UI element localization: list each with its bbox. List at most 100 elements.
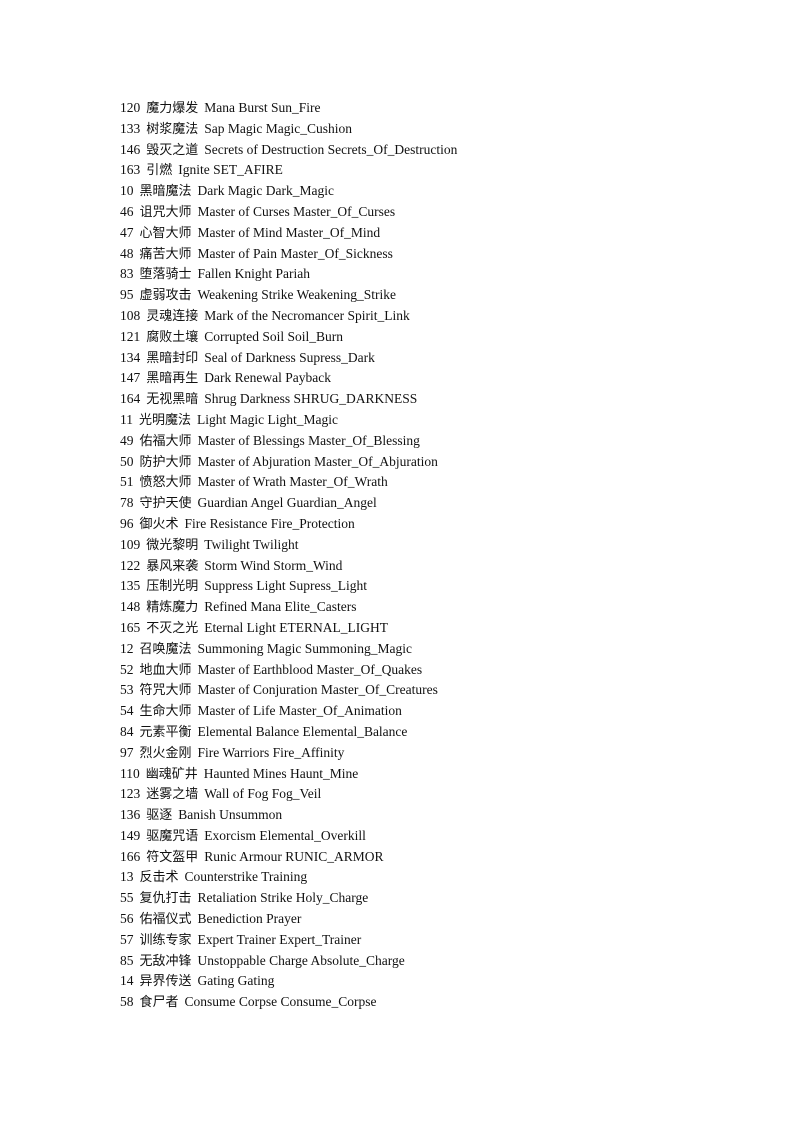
skill-id: 96	[120, 515, 134, 531]
skill-id: 50	[120, 453, 134, 469]
skill-name-chinese: 精炼魔力	[146, 600, 199, 616]
skill-name-chinese: 树浆魔法	[146, 121, 199, 137]
skill-id: 49	[120, 432, 134, 448]
list-item: 85 无敌冲锋 Unstoppable Charge Absolute_Charge	[120, 951, 457, 972]
skill-name-chinese: 御火术	[139, 516, 179, 532]
skill-name-english: Wall of Fog Fog_Veil	[204, 786, 322, 802]
skill-name-chinese: 虚弱攻击	[139, 288, 192, 304]
skill-id: 135	[120, 578, 141, 594]
skill-id: 78	[120, 495, 134, 511]
skill-id: 108	[120, 307, 141, 323]
skill-name-chinese: 符咒大师	[139, 683, 192, 699]
skill-name-chinese: 黑暗魔法	[139, 184, 192, 200]
skill-name-english: Master of Wrath Master_Of_Wrath	[197, 474, 388, 490]
skill-name-chinese: 训练专家	[139, 932, 192, 948]
list-item: 146 毁灭之道 Secrets of Destruction Secrets_Of…	[120, 140, 457, 161]
skill-name-chinese: 符文盔甲	[146, 849, 199, 865]
list-item: 148 精炼魔力 Refined Mana Elite_Casters	[120, 597, 457, 618]
skill-name-english: Corrupted Soil Soil_Burn	[204, 328, 344, 344]
skill-id: 57	[120, 931, 134, 947]
skill-name-english: Suppress Light Supress_Light	[204, 578, 368, 594]
skill-name-english: Mana Burst Sun_Fire	[204, 100, 321, 115]
list-item: 95 虚弱攻击 Weakening Strike Weakening_Strike	[120, 285, 457, 306]
skill-name-english: Storm Wind Storm_Wind	[204, 557, 343, 573]
skill-name-chinese: 无敌冲锋	[139, 953, 192, 969]
list-item: 52 地血大师 Master of Earthblood Master_Of_Qua…	[120, 660, 457, 681]
skill-id: 164	[120, 391, 141, 407]
skill-name-english: Guardian Angel Guardian_Angel	[197, 495, 377, 511]
skill-name-chinese: 不灭之光	[146, 620, 199, 636]
skill-id: 12	[120, 640, 134, 656]
list-item: 123 迷雾之墙 Wall of Fog Fog_Veil	[120, 784, 457, 805]
skill-name-chinese: 地血大师	[139, 662, 192, 678]
skill-name-english: Dark Renewal Payback	[204, 370, 331, 386]
skill-name-chinese: 驱魔咒语	[146, 828, 199, 844]
skill-id: 52	[120, 661, 134, 677]
skill-name-english: Ignite SET_AFIRE	[178, 162, 283, 178]
skill-id: 147	[120, 370, 141, 386]
skill-name-chinese: 复仇打击	[139, 891, 192, 907]
skill-name-chinese: 召唤魔法	[139, 641, 192, 657]
list-item: 56 佑福仪式 Benediction Prayer	[120, 909, 457, 930]
skill-name-chinese: 烈火金刚	[139, 745, 192, 761]
skill-name-english: Summoning Magic Summoning_Magic	[197, 640, 413, 656]
list-item: 134 黑暗封印 Seal of Darkness Supress_Dark	[120, 348, 457, 369]
skill-name-english: Master of Abjuration Master_Of_Abjuratio…	[197, 453, 438, 469]
skill-name-english: Haunted Mines Haunt_Mine	[203, 765, 359, 781]
skill-id: 14	[120, 973, 134, 989]
skill-name-english: Master of Mind Master_Of_Mind	[197, 224, 381, 240]
skill-name-chinese: 反击术	[139, 870, 179, 886]
skill-name-english: Fire Warriors Fire_Affinity	[197, 744, 345, 760]
skill-id: 109	[120, 536, 141, 552]
list-item: 49 佑福大师 Master of Blessings Master_Of_Bles…	[120, 431, 457, 452]
list-item: 54 生命大师 Master of Life Master_Of_Animation	[120, 701, 457, 722]
skill-name-english: Exorcism Elemental_Overkill	[204, 827, 366, 843]
skill-name-english: Retaliation Strike Holy_Charge	[197, 890, 369, 906]
skill-name-english: Light Magic Light_Magic	[197, 411, 338, 427]
skill-id: 166	[120, 848, 141, 864]
list-item: 57 训练专家 Expert Trainer Expert_Trainer	[120, 930, 457, 951]
skill-id: 53	[120, 682, 134, 698]
list-item: 96 御火术 Fire Resistance Fire_Protection	[120, 514, 457, 535]
skill-name-chinese: 黑暗封印	[146, 350, 199, 366]
skill-id: 120	[120, 100, 141, 115]
list-item: 135 压制光明 Suppress Light Supress_Light	[120, 576, 457, 597]
skill-id: 84	[120, 723, 134, 739]
list-item: 47 心智大师 Master of Mind Master_Of_Mind	[120, 223, 457, 244]
skill-name-chinese: 幽魂矿井	[145, 766, 198, 782]
skill-name-english: Fire Resistance Fire_Protection	[184, 515, 355, 531]
skill-name-chinese: 暴风来袭	[146, 558, 199, 574]
skill-name-english: Master of Earthblood Master_Of_Quakes	[197, 661, 423, 677]
skill-name-english: Eternal Light ETERNAL_LIGHT	[204, 619, 388, 635]
skill-id: 148	[120, 599, 141, 615]
skill-id: 122	[120, 557, 141, 573]
skill-name-chinese: 守护天使	[139, 496, 192, 512]
list-item: 108 灵魂连接 Mark of the Necromancer Spirit_Li…	[120, 306, 457, 327]
skill-id: 110	[120, 765, 140, 781]
skill-name-english: Master of Curses Master_Of_Curses	[197, 203, 396, 219]
skill-name-english: Secrets of Destruction Secrets_Of_Destru…	[204, 141, 458, 157]
skill-id: 48	[120, 245, 134, 261]
list-item: 165 不灭之光 Eternal Light ETERNAL_LIGHT	[120, 618, 457, 639]
skill-id: 123	[120, 786, 141, 802]
skill-id: 134	[120, 349, 141, 365]
skill-id: 163	[120, 162, 141, 178]
list-item: 58 食尸者 Consume Corpse Consume_Corpse	[120, 992, 457, 1013]
skill-id: 85	[120, 952, 134, 968]
skill-name-english: Expert Trainer Expert_Trainer	[197, 931, 362, 947]
list-item: 147 黑暗再生 Dark Renewal Payback	[120, 368, 457, 389]
skill-name-english: Fallen Knight Pariah	[197, 266, 310, 282]
skill-name-english: Counterstrike Training	[184, 869, 308, 885]
skill-name-chinese: 驱逐	[146, 808, 173, 824]
skill-name-chinese: 光明魔法	[139, 412, 192, 428]
list-item: 120 魔力爆发 Mana Burst Sun_Fire	[120, 98, 457, 119]
skill-name-chinese: 堕落骑士	[139, 267, 192, 283]
skill-name-english: Shrug Darkness SHRUG_DARKNESS	[204, 391, 418, 407]
document-page: 120 魔力爆发 Mana Burst Sun_Fire 133 树浆魔法 Sap Mag…	[0, 0, 794, 1123]
list-item: 46 诅咒大师 Master of Curses Master_Of_Curses	[120, 202, 457, 223]
list-item: 14 异界传送 Gating Gating	[120, 971, 457, 992]
skill-name-english: Twilight Twilight	[204, 536, 299, 552]
skill-id: 55	[120, 890, 134, 906]
skill-id: 95	[120, 287, 134, 303]
skill-name-chinese: 迷雾之墙	[146, 787, 199, 803]
